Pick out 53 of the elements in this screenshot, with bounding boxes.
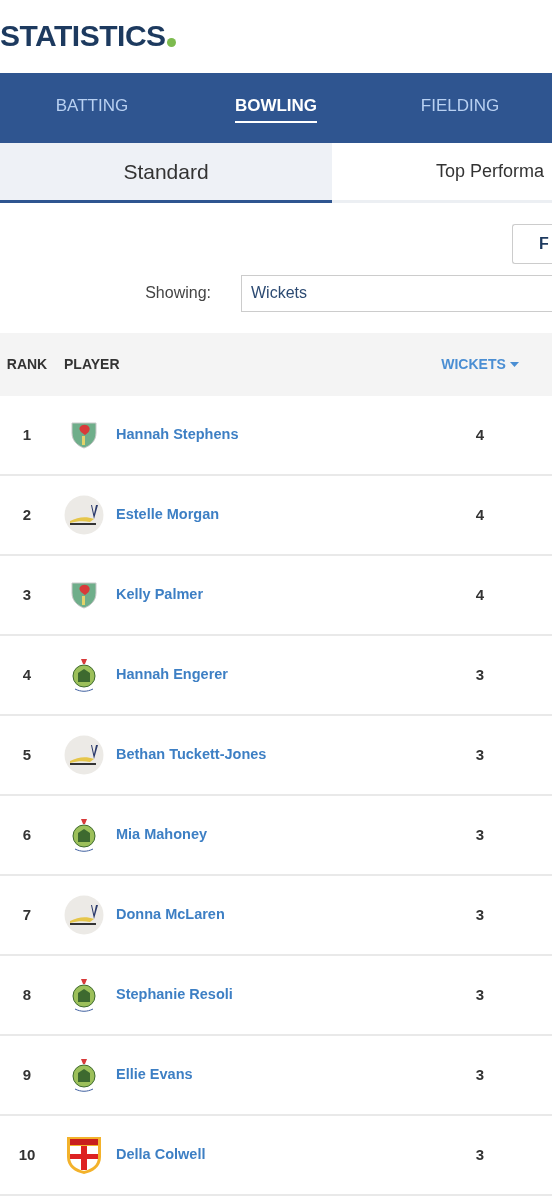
dot-icon: [166, 38, 176, 47]
player-link[interactable]: Donna McLaren: [116, 904, 225, 926]
column-header: RANK: [6, 356, 48, 372]
nav-tab[interactable]: BATTING: [0, 73, 184, 143]
wickets-cell-text: 3: [475, 904, 485, 925]
rank-cell-text: 3: [21, 584, 33, 605]
rank-cell-text: 5: [21, 744, 33, 765]
rank-cell-text: 8: [21, 984, 33, 1005]
player-link[interactable]: Estelle Morgan: [116, 504, 220, 526]
player-link[interactable]: Hannah Stephens: [116, 424, 239, 446]
rank-cell-text: 1: [21, 424, 33, 445]
player-link[interactable]: Della Colwell: [116, 1144, 206, 1166]
showing-select[interactable]: Wickets: [241, 274, 552, 312]
club-logo-icon: [71, 816, 97, 854]
wickets-cell-text: 3: [475, 1064, 485, 1085]
player-link[interactable]: Kelly Palmer: [116, 584, 204, 606]
nav-tab[interactable]: FIELDING: [368, 73, 552, 143]
wickets-cell-text: 3: [475, 1144, 485, 1165]
sub-tab[interactable]: Standard: [0, 143, 332, 203]
wickets-cell-text: 3: [475, 824, 485, 845]
club-logo-icon: [65, 1135, 103, 1175]
filter-button[interactable]: F: [512, 224, 552, 264]
player-link[interactable]: Bethan Tuckett-Jones: [116, 744, 267, 766]
caret-icon: [509, 362, 519, 367]
rank-cell-text: 6: [21, 824, 33, 845]
club-logo-icon: [64, 735, 104, 775]
club-logo-icon: [71, 581, 97, 609]
club-logo-icon: [64, 495, 104, 535]
player-link[interactable]: Hannah Engerer: [116, 664, 228, 686]
wickets-cell-text: 4: [475, 504, 485, 525]
page-title: STATISTICS: [0, 18, 166, 54]
wickets-cell-text: 3: [475, 984, 485, 1005]
column-header: PLAYER: [64, 355, 120, 374]
rank-cell-text: 7: [21, 904, 33, 925]
club-logo-icon: [64, 895, 104, 935]
rank-cell-text: 4: [21, 664, 33, 685]
rank-cell-text: 9: [21, 1064, 33, 1085]
wickets-cell-text: 3: [475, 744, 485, 765]
column-header[interactable]: WICKETS: [441, 354, 519, 375]
nav-tab[interactable]: BOWLING: [184, 73, 368, 143]
rank-cell-text: 2: [21, 504, 33, 525]
wickets-cell-text: 3: [475, 664, 485, 685]
player-link[interactable]: Mia Mahoney: [116, 824, 208, 846]
showing-label: Showing:: [144, 283, 211, 303]
club-logo-icon: [71, 976, 97, 1014]
wickets-cell-text: 4: [475, 424, 485, 445]
club-logo-icon: [71, 1056, 97, 1094]
club-logo-icon: [71, 421, 97, 449]
player-link[interactable]: Stephanie Resoli: [116, 984, 233, 1006]
club-logo-icon: [71, 656, 97, 694]
player-link[interactable]: Ellie Evans: [116, 1064, 193, 1086]
rank-cell-text: 10: [17, 1144, 37, 1165]
wickets-cell-text: 4: [475, 584, 485, 605]
